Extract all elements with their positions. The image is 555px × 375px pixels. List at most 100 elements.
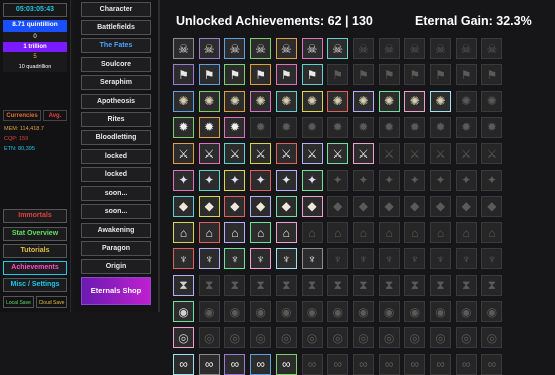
achievement-hourglass-11[interactable]: ⧗ <box>430 274 451 296</box>
achievement-horned-helm-13[interactable]: ♆ <box>481 248 503 270</box>
achievement-horned-helm-5[interactable]: ♆ <box>275 248 297 270</box>
achievement-infinity-knot-3[interactable]: ∞ <box>224 353 246 375</box>
achievement-swirl-5[interactable]: ◎ <box>275 327 297 349</box>
achievement-battle-flag-9[interactable]: ⚑ <box>378 64 400 86</box>
achievement-leaping-figure-9[interactable]: ⚔ <box>378 143 400 165</box>
menu-soulcore[interactable]: Soulcore <box>81 57 151 72</box>
achievement-hourglass-10[interactable]: ⧗ <box>404 274 426 296</box>
achievement-skull-10[interactable]: ☠ <box>404 38 426 59</box>
achievement-hourglass-9[interactable]: ⧗ <box>378 274 400 296</box>
achievement-temple-8[interactable]: ⌂ <box>352 222 374 244</box>
achievement-gem-5[interactable]: ◆ <box>275 195 297 217</box>
achievement-flame-2[interactable]: ✹ <box>198 116 220 138</box>
achievement-vortex-5[interactable]: ✺ <box>275 90 297 112</box>
achievement-temple-3[interactable]: ⌂ <box>224 222 246 244</box>
achievement-skull-8[interactable]: ☠ <box>352 38 374 59</box>
achievement-vortex-10[interactable]: ✺ <box>404 90 426 112</box>
achievement-swirl-11[interactable]: ◎ <box>430 327 451 349</box>
achievement-sparkle-wand-3[interactable]: ✦ <box>224 169 246 191</box>
achievement-vortex-1[interactable]: ✺ <box>173 90 194 112</box>
achievement-infinity-knot-12[interactable]: ∞ <box>455 353 477 375</box>
achievement-swirl-4[interactable]: ◎ <box>250 327 272 349</box>
nav-tutorials[interactable]: Tutorials <box>3 244 67 258</box>
achievement-battle-flag-6[interactable]: ⚑ <box>301 64 323 86</box>
menu-awakening[interactable]: Awakening <box>81 223 151 238</box>
achievement-battle-flag-11[interactable]: ⚑ <box>430 64 451 86</box>
menu-soon-1[interactable]: soon... <box>81 186 151 201</box>
achievement-hourglass-13[interactable]: ⧗ <box>481 274 503 296</box>
achievement-skull-9[interactable]: ☠ <box>378 38 400 59</box>
achievement-hourglass-8[interactable]: ⧗ <box>352 274 374 296</box>
achievement-temple-5[interactable]: ⌂ <box>275 222 297 244</box>
achievement-battle-flag-10[interactable]: ⚑ <box>404 64 426 86</box>
achievement-battle-flag-13[interactable]: ⚑ <box>481 64 503 86</box>
achievement-sparkle-wand-2[interactable]: ✦ <box>198 169 220 191</box>
achievement-leaping-figure-5[interactable]: ⚔ <box>275 143 297 165</box>
achievement-flame-11[interactable]: ✹ <box>430 116 451 138</box>
achievement-gem-1[interactable]: ◆ <box>173 195 194 217</box>
menu-locked-1[interactable]: locked <box>81 149 151 164</box>
menu-origin[interactable]: Origin <box>81 259 151 274</box>
nav-misc-settings[interactable]: Misc / Settings <box>3 278 67 292</box>
achievement-horned-helm-3[interactable]: ♆ <box>224 248 246 270</box>
achievement-leaping-figure-4[interactable]: ⚔ <box>250 143 272 165</box>
achievement-gem-12[interactable]: ◆ <box>455 195 477 217</box>
cloud-save-button[interactable]: Cloud Save <box>36 296 67 308</box>
nav-immortals[interactable]: Immortals <box>3 209 67 223</box>
achievement-gem-4[interactable]: ◆ <box>250 195 272 217</box>
achievement-gem-10[interactable]: ◆ <box>404 195 426 217</box>
achievement-flame-13[interactable]: ✹ <box>481 116 503 138</box>
achievement-sparkle-wand-5[interactable]: ✦ <box>275 169 297 191</box>
achievement-hourglass-12[interactable]: ⧗ <box>455 274 477 296</box>
achievement-horned-helm-11[interactable]: ♆ <box>430 248 451 270</box>
achievement-infinity-knot-11[interactable]: ∞ <box>430 353 451 375</box>
achievement-skull-7[interactable]: ☠ <box>327 38 349 59</box>
achievement-temple-12[interactable]: ⌂ <box>455 222 477 244</box>
achievement-vortex-3[interactable]: ✺ <box>224 90 246 112</box>
achievement-hourglass-2[interactable]: ⧗ <box>198 274 220 296</box>
achievement-skull-6[interactable]: ☠ <box>301 38 323 59</box>
achievement-sparkle-wand-12[interactable]: ✦ <box>455 169 477 191</box>
menu-bloodletting[interactable]: Bloodletting <box>81 130 151 145</box>
achievement-leaping-figure-7[interactable]: ⚔ <box>327 143 349 165</box>
achievement-hourglass-3[interactable]: ⧗ <box>224 274 246 296</box>
menu-battlefields[interactable]: Battlefields <box>81 20 151 35</box>
achievement-battle-flag-1[interactable]: ⚑ <box>173 64 194 86</box>
achievement-vortex-6[interactable]: ✺ <box>301 90 323 112</box>
achievement-hourglass-7[interactable]: ⧗ <box>327 274 349 296</box>
achievement-gem-3[interactable]: ◆ <box>224 195 246 217</box>
achievement-sparkle-wand-7[interactable]: ✦ <box>327 169 349 191</box>
achievement-leaping-figure-8[interactable]: ⚔ <box>352 143 374 165</box>
achievement-hourglass-5[interactable]: ⧗ <box>275 274 297 296</box>
achievement-infinity-knot-8[interactable]: ∞ <box>352 353 374 375</box>
achievement-swirl-12[interactable]: ◎ <box>455 327 477 349</box>
achievement-skull-2[interactable]: ☠ <box>198 38 220 59</box>
menu-character[interactable]: Character <box>81 2 151 17</box>
achievement-temple-9[interactable]: ⌂ <box>378 222 400 244</box>
achievement-battle-flag-4[interactable]: ⚑ <box>250 64 272 86</box>
achievement-flame-8[interactable]: ✹ <box>352 116 374 138</box>
achievement-battle-flag-12[interactable]: ⚑ <box>455 64 477 86</box>
achievement-leaping-figure-6[interactable]: ⚔ <box>301 143 323 165</box>
achievement-hourglass-6[interactable]: ⧗ <box>301 274 323 296</box>
achievement-flame-7[interactable]: ✹ <box>327 116 349 138</box>
eternals-shop-button[interactable]: Eternals Shop <box>81 277 151 305</box>
achievement-gem-13[interactable]: ◆ <box>481 195 503 217</box>
achievement-leaping-figure-12[interactable]: ⚔ <box>455 143 477 165</box>
achievement-gem-8[interactable]: ◆ <box>352 195 374 217</box>
achievement-battle-flag-8[interactable]: ⚑ <box>352 64 374 86</box>
achievement-horned-helm-6[interactable]: ♆ <box>301 248 323 270</box>
achievement-flame-4[interactable]: ✹ <box>250 116 272 138</box>
achievement-skull-11[interactable]: ☠ <box>430 38 451 59</box>
achievement-sparkle-wand-11[interactable]: ✦ <box>430 169 451 191</box>
achievement-sparkle-wand-9[interactable]: ✦ <box>378 169 400 191</box>
achievement-sparkle-wand-13[interactable]: ✦ <box>481 169 503 191</box>
achievement-vortex-2[interactable]: ✺ <box>198 90 220 112</box>
achievement-infinity-knot-4[interactable]: ∞ <box>250 353 272 375</box>
achievement-temple-13[interactable]: ⌂ <box>481 222 503 244</box>
achievement-horned-helm-7[interactable]: ♆ <box>327 248 349 270</box>
achievement-temple-7[interactable]: ⌂ <box>327 222 349 244</box>
achievement-infinity-knot-1[interactable]: ∞ <box>173 353 194 375</box>
achievement-horned-helm-4[interactable]: ♆ <box>250 248 272 270</box>
achievement-skull-12[interactable]: ☠ <box>455 38 477 59</box>
